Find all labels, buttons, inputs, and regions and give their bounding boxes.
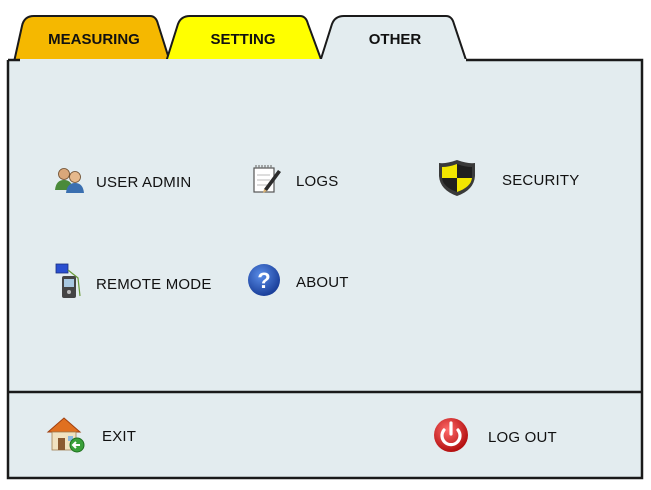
logout-label: LOG OUT xyxy=(488,429,557,446)
exit-label: EXIT xyxy=(102,428,137,445)
exit-button[interactable]: EXIT xyxy=(44,414,136,459)
remote-device-icon xyxy=(52,262,90,307)
security-button[interactable]: SECURITY xyxy=(436,158,579,203)
security-label: SECURITY xyxy=(502,172,580,189)
logout-button[interactable]: LOG OUT xyxy=(432,416,557,459)
notepad-pen-icon xyxy=(250,162,284,201)
about-button[interactable]: ? ABOUT xyxy=(246,262,349,303)
tab-measuring[interactable]: MEASURING xyxy=(24,30,164,50)
svg-text:?: ? xyxy=(257,268,270,293)
shield-icon xyxy=(436,158,478,203)
users-icon xyxy=(52,166,92,199)
user-admin-button[interactable]: USER ADMIN xyxy=(52,166,191,199)
tab-setting[interactable]: SETTING xyxy=(176,30,310,50)
main-panel xyxy=(8,59,641,391)
remote-mode-label: REMOTE MODE xyxy=(96,276,212,293)
tab-other[interactable]: OTHER xyxy=(330,30,460,50)
remote-mode-button[interactable]: REMOTE MODE xyxy=(52,262,212,307)
help-question-icon: ? xyxy=(246,262,282,303)
power-icon xyxy=(432,416,472,459)
home-exit-icon xyxy=(44,414,88,459)
about-label: ABOUT xyxy=(296,274,349,291)
logs-button[interactable]: LOGS xyxy=(250,162,338,201)
app-window: MEASURING SETTING OTHER USER ADMIN LOGS … xyxy=(0,0,651,490)
logs-label: LOGS xyxy=(296,173,339,190)
user-admin-label: USER ADMIN xyxy=(96,174,192,191)
